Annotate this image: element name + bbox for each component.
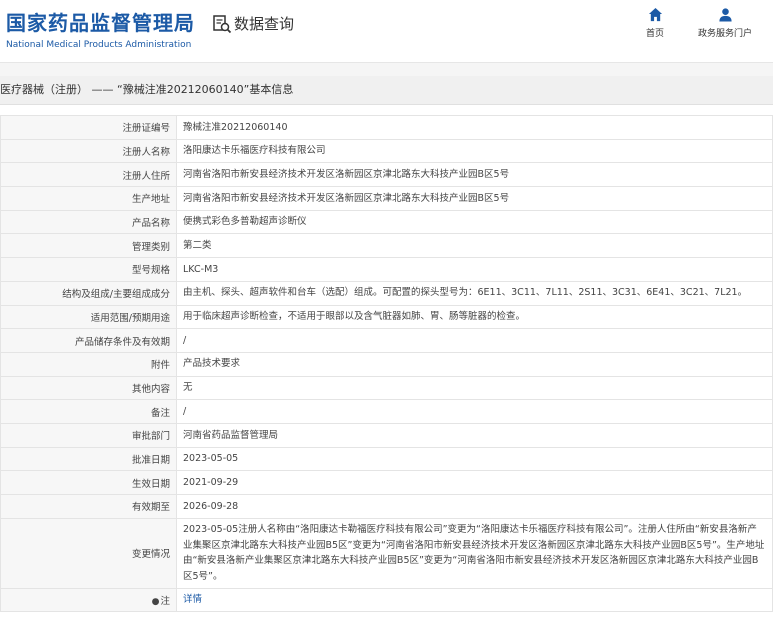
field-value-note: 详情 <box>176 587 773 613</box>
detail-table-container: 注册证编号 豫械注准20212060140 注册人名称 洛阳康达卡乐福医疗科技有限公… <box>0 115 773 613</box>
table-row: 审批部门 河南省药品监督管理局 <box>0 422 773 448</box>
site-logo[interactable]: 国家药品监督管理局 National Medical Products Admi… <box>6 7 195 50</box>
field-value: 由主机、探头、超声软件和台车（选配）组成。可配置的探头型号为：6E11、3C11… <box>176 280 773 306</box>
field-value: 河南省药品监督管理局 <box>176 422 773 448</box>
field-label: 变更情况 <box>0 517 177 589</box>
table-row: 生产地址 河南省洛阳市新安县经济技术开发区洛新园区京津北路东大科技产业园B区5号 <box>0 186 773 211</box>
field-label-note: ●注 <box>0 587 177 613</box>
home-icon <box>648 7 662 22</box>
field-label: 注册人住所 <box>0 162 177 188</box>
nav-home-label: 首页 <box>646 29 665 39</box>
field-value: 便携式彩色多普勒超声诊断仪 <box>176 209 773 235</box>
site-header: 国家药品监督管理局 National Medical Products Admi… <box>0 0 773 62</box>
data-query-label: 数据查询 <box>234 15 295 33</box>
table-row-note: ●注 详情 <box>0 587 773 613</box>
field-value: 2026-09-28 <box>176 494 773 519</box>
field-value: 2021-09-29 <box>176 470 773 495</box>
header-divider <box>0 62 773 76</box>
data-query-title: 数据查询 <box>212 13 294 34</box>
field-value: / <box>176 399 773 424</box>
details-link[interactable]: 详情 <box>183 594 202 605</box>
table-row: 有效期至 2026-09-28 <box>0 494 773 519</box>
table-row: 产品名称 便携式彩色多普勒超声诊断仪 <box>0 209 773 235</box>
field-value: 第二类 <box>176 233 773 259</box>
field-value: 豫械注准20212060140 <box>176 115 773 140</box>
table-row: 管理类别 第二类 <box>0 233 773 259</box>
table-row: 备注 / <box>0 399 773 424</box>
field-label: 适用范围/预期用途 <box>0 304 177 330</box>
field-label: 批准日期 <box>0 446 177 472</box>
field-label: 产品储存条件及有效期 <box>0 328 177 353</box>
field-label: 有效期至 <box>0 494 177 519</box>
field-label: 注册证编号 <box>0 115 177 140</box>
field-value: 2023-05-05注册人名称由“洛阳康达卡勒福医疗科技有限公司”变更为“洛阳康… <box>176 517 773 589</box>
field-value: 无 <box>176 375 773 401</box>
field-label: 审批部门 <box>0 422 177 448</box>
breadcrumb: 医疗器械（注册） —— “豫械注准20212060140”基本信息 <box>0 76 773 105</box>
table-row: 结构及组成/主要组成成分 由主机、探头、超声软件和台车（选配）组成。可配置的探头型… <box>0 280 773 306</box>
field-value: 用于临床超声诊断检查，不适用于眼部以及含气脏器如肺、胃、肠等脏器的检查。 <box>176 304 773 330</box>
table-row: 变更情况 2023-05-05注册人名称由“洛阳康达卡勒福医疗科技有限公司”变更为… <box>0 517 773 589</box>
registration-detail-table: 注册证编号 豫械注准20212060140 注册人名称 洛阳康达卡乐福医疗科技有限公… <box>0 115 773 613</box>
field-value: 河南省洛阳市新安县经济技术开发区洛新园区京津北路东大科技产业园B区5号 <box>176 186 773 211</box>
field-value: 洛阳康达卡乐福医疗科技有限公司 <box>176 138 773 164</box>
table-row: 注册人名称 洛阳康达卡乐福医疗科技有限公司 <box>0 138 773 164</box>
field-label: 其他内容 <box>0 375 177 401</box>
table-row: 产品储存条件及有效期 / <box>0 328 773 353</box>
nav-home[interactable]: 首页 <box>646 7 664 39</box>
field-label: 注册人名称 <box>0 138 177 164</box>
field-value: 河南省洛阳市新安县经济技术开发区洛新园区京津北路东大科技产业园B区5号 <box>176 162 773 188</box>
logo-chinese-name: 国家药品监督管理局 <box>6 11 195 35</box>
nav-service-label: 政务服务门户 <box>698 29 753 39</box>
globe-icon: ● <box>151 597 160 608</box>
field-label: 备注 <box>0 399 177 424</box>
user-icon <box>718 8 732 22</box>
search-document-icon <box>213 14 232 33</box>
table-row: 型号规格 LKC-M3 <box>0 257 773 282</box>
field-value: 产品技术要求 <box>176 351 773 377</box>
field-label: 生产地址 <box>0 186 177 211</box>
table-row: 生效日期 2021-09-29 <box>0 470 773 495</box>
table-row: 其他内容无 <box>0 375 773 401</box>
table-row: 批准日期 2023-05-05 <box>0 446 773 472</box>
nav-service-portal[interactable]: 政务服务门户 <box>698 7 752 39</box>
field-value: LKC-M3 <box>176 257 773 282</box>
table-row: 适用范围/预期用途 用于临床超声诊断检查，不适用于眼部以及含气脏器如肺、胃、肠等脏… <box>0 304 773 330</box>
field-label: 附件 <box>0 351 177 377</box>
field-label: 结构及组成/主要组成成分 <box>0 280 177 306</box>
field-label: 产品名称 <box>0 209 177 235</box>
table-row: 注册证编号 豫械注准20212060140 <box>0 115 773 140</box>
table-row: 附件 产品技术要求 <box>0 351 773 377</box>
logo-english-name: National Medical Products Administration <box>6 40 192 50</box>
field-label: 生效日期 <box>0 470 177 495</box>
table-row: 注册人住所 河南省洛阳市新安县经济技术开发区洛新园区京津北路东大科技产业园B区5号 <box>0 162 773 188</box>
note-label: 注 <box>160 596 170 608</box>
field-value: 2023-05-05 <box>176 446 773 472</box>
field-value: / <box>176 328 773 353</box>
field-label: 管理类别 <box>0 233 177 259</box>
field-label: 型号规格 <box>0 257 177 282</box>
